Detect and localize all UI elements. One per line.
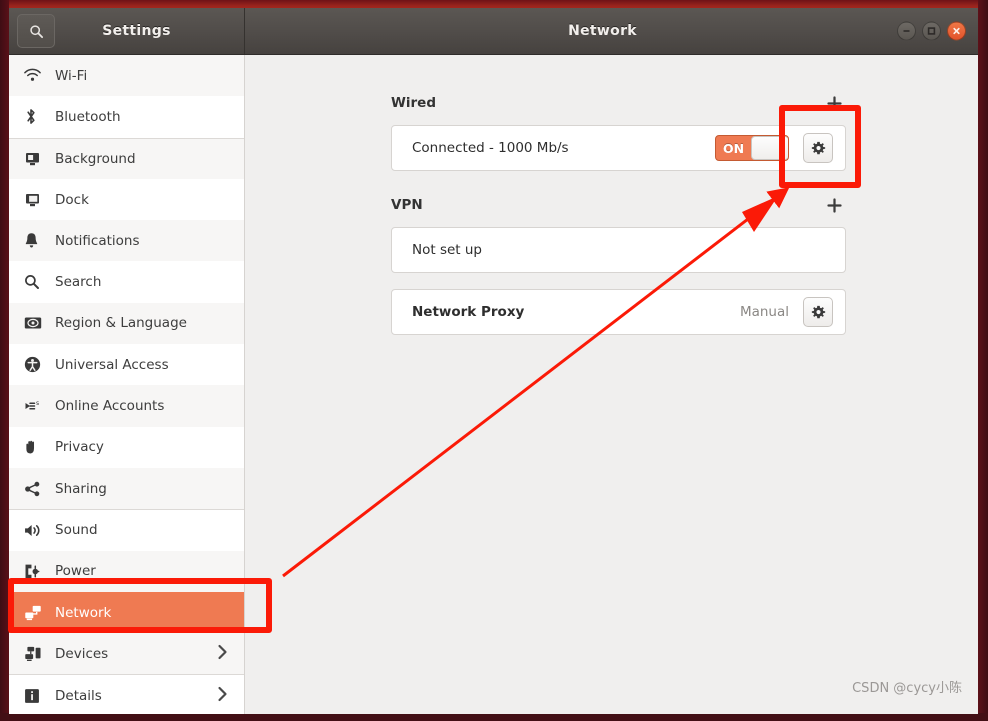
- minimize-button[interactable]: [897, 21, 916, 41]
- desktop-backdrop-left: [0, 0, 9, 721]
- minimize-icon: [901, 26, 912, 37]
- window-controls: [897, 21, 966, 41]
- devices-icon: [24, 646, 48, 662]
- sidebar-item-bluetooth[interactable]: Bluetooth: [9, 96, 244, 137]
- bell-icon: [24, 232, 48, 249]
- settings-title: Settings: [102, 23, 171, 39]
- sidebar-item-label: Notifications: [55, 232, 140, 249]
- maximize-button[interactable]: [922, 21, 941, 41]
- wired-status-label: Connected - 1000 Mb/s: [412, 140, 569, 156]
- settings-window: Settings Network Wi-Fi Bluetooth Backgro…: [9, 8, 978, 714]
- search-icon: [29, 24, 44, 39]
- chevron-right-icon: [217, 686, 228, 706]
- network-content-panel: Wired Connected - 1000 Mb/s ON VPN Not s…: [245, 55, 978, 714]
- sidebar-item-sharing[interactable]: Sharing: [9, 467, 244, 510]
- network-sections: Wired Connected - 1000 Mb/s ON VPN Not s…: [391, 91, 846, 335]
- close-icon: [951, 26, 962, 37]
- settings-sidebar: Wi-Fi Bluetooth Background Dock Notifica…: [9, 55, 245, 714]
- sidebar-item-label: Sound: [55, 522, 98, 539]
- sidebar-item-background[interactable]: Background: [9, 137, 244, 179]
- add-vpn-button[interactable]: [822, 193, 846, 217]
- sidebar-item-sound[interactable]: Sound: [9, 509, 244, 550]
- wifi-icon: [24, 68, 48, 83]
- desktop-backdrop-right: [978, 0, 988, 721]
- region-language-icon: [24, 316, 48, 330]
- sidebar-item-label: Search: [55, 274, 102, 291]
- search-button[interactable]: [17, 14, 55, 48]
- privacy-hand-icon: [24, 439, 48, 456]
- network-proxy-settings-button[interactable]: [803, 297, 833, 327]
- network-proxy-title: Network Proxy: [412, 304, 525, 320]
- vpn-status-label: Not set up: [412, 242, 482, 258]
- title-bar: Settings Network: [9, 8, 978, 55]
- network-proxy-value: Manual: [739, 304, 789, 320]
- sidebar-item-label: Wi-Fi: [55, 67, 88, 84]
- sidebar-item-network[interactable]: Network: [9, 591, 244, 634]
- search-icon: [24, 274, 48, 290]
- background-icon: [24, 151, 48, 167]
- sidebar-item-label: Universal Access: [55, 356, 169, 373]
- desktop-backdrop-bottom: [0, 713, 988, 721]
- power-icon: [24, 563, 48, 580]
- sidebar-item-label: Background: [55, 150, 136, 167]
- sidebar-item-label: Sharing: [55, 480, 107, 497]
- title-bar-content-section: Network: [245, 8, 978, 54]
- plus-icon: [826, 95, 842, 111]
- toggle-knob: [751, 136, 788, 160]
- sidebar-item-label: Network: [55, 604, 112, 621]
- sidebar-item-label: Bluetooth: [55, 108, 121, 125]
- sidebar-item-online-accounts[interactable]: s Online Accounts: [9, 385, 244, 427]
- gear-icon: [811, 141, 825, 154]
- sidebar-item-label: Power: [55, 563, 96, 580]
- wired-section-header: Wired: [391, 91, 846, 115]
- plus-icon: [826, 197, 842, 213]
- sidebar-item-universal-access[interactable]: Universal Access: [9, 344, 244, 385]
- close-button[interactable]: [947, 21, 966, 41]
- network-icon: [24, 605, 48, 621]
- sidebar-item-region-language[interactable]: Region & Language: [9, 302, 244, 345]
- sidebar-item-wi-fi[interactable]: Wi-Fi: [9, 55, 244, 97]
- sidebar-item-power[interactable]: Power: [9, 550, 244, 592]
- watermark-text: CSDN @cycy小陈: [852, 681, 962, 696]
- chevron-right-icon: [217, 644, 228, 664]
- add-wired-connection-button[interactable]: [822, 91, 846, 115]
- universal-access-icon: [24, 356, 48, 373]
- sidebar-item-label: Region & Language: [55, 315, 187, 332]
- dock-icon: [24, 192, 48, 208]
- details-info-icon: [24, 688, 48, 704]
- vpn-row[interactable]: Not set up: [391, 227, 846, 273]
- sidebar-item-dock[interactable]: Dock: [9, 179, 244, 220]
- sidebar-item-notifications[interactable]: Notifications: [9, 220, 244, 262]
- sidebar-item-label: Details: [55, 687, 102, 704]
- wired-toggle-switch[interactable]: ON: [715, 135, 789, 161]
- network-proxy-row[interactable]: Network Proxy Manual: [391, 289, 846, 335]
- bluetooth-icon: [24, 108, 48, 125]
- sharing-icon: [24, 481, 48, 497]
- title-bar-sidebar-section: Settings: [9, 8, 245, 54]
- sidebar-item-label: Online Accounts: [55, 398, 165, 415]
- gear-icon: [811, 305, 825, 318]
- page-title: Network: [568, 23, 637, 39]
- maximize-icon: [926, 26, 937, 37]
- sidebar-item-search[interactable]: Search: [9, 261, 244, 302]
- wired-settings-button[interactable]: [803, 133, 833, 163]
- sidebar-item-details[interactable]: Details: [9, 674, 244, 714]
- vpn-section-title: VPN: [391, 197, 423, 213]
- window-body: Wi-Fi Bluetooth Background Dock Notifica…: [9, 55, 978, 714]
- sidebar-item-label: Privacy: [55, 439, 104, 456]
- toggle-state-label: ON: [722, 140, 745, 156]
- svg-text:s: s: [36, 400, 39, 407]
- wired-connection-row[interactable]: Connected - 1000 Mb/s ON: [391, 125, 846, 171]
- sidebar-item-privacy[interactable]: Privacy: [9, 427, 244, 468]
- wired-section-title: Wired: [391, 95, 436, 111]
- sidebar-item-devices[interactable]: Devices: [9, 633, 244, 675]
- sidebar-item-label: Dock: [55, 191, 89, 208]
- vpn-section-header: VPN: [391, 193, 846, 217]
- sidebar-item-label: Devices: [55, 645, 109, 662]
- online-accounts-icon: s: [24, 398, 48, 414]
- sound-icon: [24, 523, 48, 538]
